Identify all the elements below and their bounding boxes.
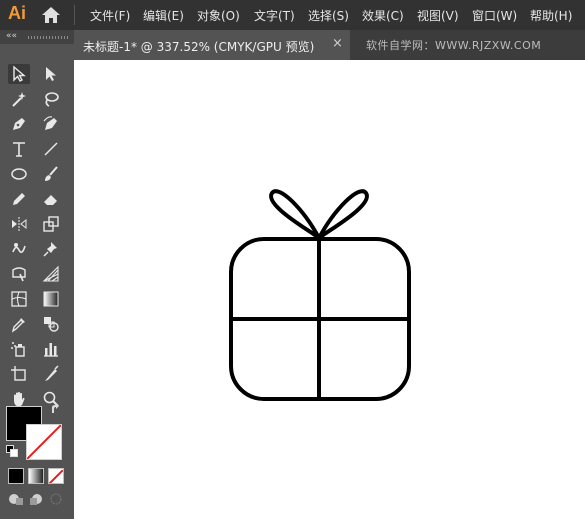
magic-wand-tool[interactable]: [8, 89, 30, 109]
pen-tool[interactable]: [8, 114, 30, 134]
paintbrush-icon: [45, 166, 58, 181]
blend-tool[interactable]: [40, 314, 62, 334]
artboard-icon: [11, 366, 26, 381]
menu-window[interactable]: 窗口(W): [472, 7, 517, 24]
symbol-sprayer-tool[interactable]: [8, 339, 30, 359]
eraser-icon: [44, 195, 57, 205]
gradient-icon: [43, 291, 59, 307]
color-mode-button[interactable]: [8, 468, 24, 484]
artboard-canvas[interactable]: [74, 60, 585, 519]
line-segment-icon: [44, 142, 58, 156]
perspective-grid-tool[interactable]: [40, 264, 62, 284]
menu-object[interactable]: 对象(O): [197, 7, 240, 24]
tools-panel: ««: [0, 30, 74, 519]
menu-effect[interactable]: 效果(C): [362, 7, 404, 24]
reflect-tool[interactable]: [8, 214, 30, 234]
artboard-tool[interactable]: [8, 364, 30, 384]
type-tool[interactable]: [8, 139, 30, 159]
draw-behind-icon[interactable]: [28, 492, 44, 506]
lasso-tool[interactable]: [40, 89, 62, 109]
collapse-panel-icon[interactable]: ««: [6, 31, 17, 41]
ellipse-icon: [11, 168, 27, 180]
swap-fill-stroke-icon[interactable]: [50, 403, 62, 415]
lasso-icon: [45, 92, 59, 107]
tools-panel-header: ««: [0, 30, 74, 44]
draw-normal-icon[interactable]: [8, 492, 24, 506]
column-graph-tool[interactable]: [40, 339, 62, 359]
none-slash-icon: [27, 425, 61, 459]
shaper-tool[interactable]: [8, 189, 30, 209]
menu-bar: Ai 文件(F) 编辑(E) 对象(O) 文字(T) 选择(S) 效果(C) 视…: [0, 0, 585, 30]
bow-left-loop: [269, 189, 321, 240]
default-colors-icon[interactable]: [6, 445, 18, 457]
document-tab[interactable]: 未标题-1* @ 337.52% (CMYK/GPU 预览) ×: [74, 30, 350, 60]
app-logo: Ai: [8, 3, 26, 23]
none-slash-icon: [49, 469, 63, 483]
selection-arrow-icon: [13, 65, 26, 82]
curvature-tool[interactable]: [40, 114, 62, 134]
slice-knife-icon: [45, 365, 59, 381]
document-tab-bar: 未标题-1* @ 337.52% (CMYK/GPU 预览) × 软件自学网：W…: [74, 30, 585, 60]
draw-inside-icon[interactable]: [48, 492, 64, 506]
slice-tool[interactable]: [40, 364, 62, 384]
pencil-icon: [13, 193, 25, 205]
menu-divider: [74, 5, 75, 25]
direct-selection-tool[interactable]: [40, 64, 62, 84]
home-icon[interactable]: [41, 6, 61, 24]
selection-tool[interactable]: [8, 64, 30, 84]
menu-help[interactable]: 帮助(H): [530, 7, 572, 24]
ellipse-tool[interactable]: [8, 164, 30, 184]
scale-icon: [43, 216, 59, 232]
eraser-tool[interactable]: [40, 189, 62, 209]
bow-right-loop: [317, 189, 369, 240]
menu-edit[interactable]: 编辑(E): [143, 7, 184, 24]
gradient-mode-button[interactable]: [28, 468, 44, 484]
eyedropper-icon: [11, 318, 25, 333]
panel-grip[interactable]: [28, 36, 68, 39]
scale-tool[interactable]: [40, 214, 62, 234]
reflect-icon: [12, 217, 27, 231]
curvature-pen-icon: [43, 116, 57, 130]
menu-file[interactable]: 文件(F): [90, 7, 130, 24]
perspective-grid-icon: [42, 265, 59, 282]
menu-select[interactable]: 选择(S): [308, 7, 349, 24]
document-tab-label: 未标题-1* @ 337.52% (CMYK/GPU 预览): [83, 40, 315, 54]
column-graph-icon: [44, 343, 58, 357]
blend-icon: [44, 317, 59, 332]
menu-type[interactable]: 文字(T): [254, 7, 295, 24]
gradient-tool[interactable]: [40, 289, 62, 309]
type-t-icon: [13, 142, 25, 157]
warp-icon: [12, 243, 26, 254]
close-tab-icon[interactable]: ×: [332, 36, 343, 51]
free-transform-icon: [12, 267, 26, 282]
warp-tool[interactable]: [8, 239, 30, 259]
mesh-icon: [11, 291, 27, 307]
gift-box-artwork[interactable]: [74, 60, 585, 519]
stroke-color-swatch[interactable]: [26, 424, 62, 460]
mesh-tool[interactable]: [8, 289, 30, 309]
direct-selection-arrow-icon: [46, 67, 56, 81]
eyedropper-tool[interactable]: [8, 314, 30, 334]
pushpin-icon: [43, 242, 57, 257]
symbol-sprayer-icon: [11, 342, 25, 357]
none-mode-button[interactable]: [48, 468, 64, 484]
watermark-text: 软件自学网：WWW.RJZXW.COM: [366, 39, 542, 52]
pen-nib-icon: [13, 118, 25, 130]
paintbrush-tool[interactable]: [40, 164, 62, 184]
line-segment-tool[interactable]: [40, 139, 62, 159]
puppet-warp-tool[interactable]: [40, 239, 62, 259]
magic-wand-icon: [12, 92, 26, 107]
menu-view[interactable]: 视图(V): [417, 7, 459, 24]
free-transform-tool[interactable]: [8, 264, 30, 284]
